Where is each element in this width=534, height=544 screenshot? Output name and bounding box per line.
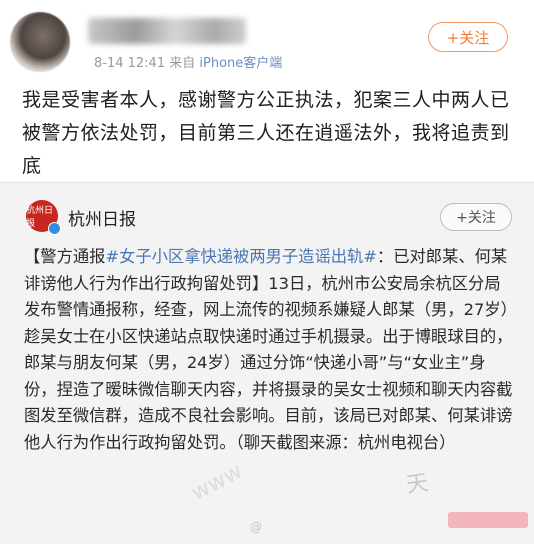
post-meta: 8-14 12:41 来自 iPhone客户端 <box>94 52 282 71</box>
post-source-client[interactable]: iPhone客户端 <box>199 56 282 71</box>
repost-source-name[interactable]: 杭州日报 <box>68 205 136 230</box>
watermark-stamp <box>448 512 528 528</box>
follow-label: +关注 <box>446 28 490 47</box>
divider <box>0 182 534 183</box>
bottom-watermark: @ <box>250 520 262 534</box>
user-avatar[interactable] <box>10 12 70 72</box>
weibo-post: 8-14 12:41 来自 iPhone客户端 +关注 我是受害者本人，感谢警方… <box>0 0 534 544</box>
post-text: 我是受害者本人，感谢警方公正执法，犯案三人中两人已被警方依法处罚，目前第三人还在… <box>22 89 510 177</box>
post-time: 8-14 12:41 <box>94 56 166 71</box>
repost-text-prefix: 【警方通报 <box>24 247 106 266</box>
follow-button[interactable]: +关注 <box>428 22 508 52</box>
corner-watermark: 天 <box>404 470 430 499</box>
username-blurred[interactable] <box>88 18 246 44</box>
repost-text: 【警方通报#女子小区拿快递被两男子造谣出轨#：已对郎某、何某诽谤他人行为作出行政… <box>24 244 514 456</box>
verified-badge-icon <box>48 222 61 235</box>
post-via: 来自 <box>169 56 196 71</box>
repost-follow-button[interactable]: +关注 <box>440 203 512 231</box>
repost-follow-label: +关注 <box>456 210 496 226</box>
repost-text-body: ：已对郎某、何某诽谤他人行为作出行政拘留处罚】13日，杭州市公安局余杭区分局发布… <box>24 247 513 452</box>
hashtag-link[interactable]: #女子小区拿快递被两男子造谣出轨# <box>105 247 377 266</box>
